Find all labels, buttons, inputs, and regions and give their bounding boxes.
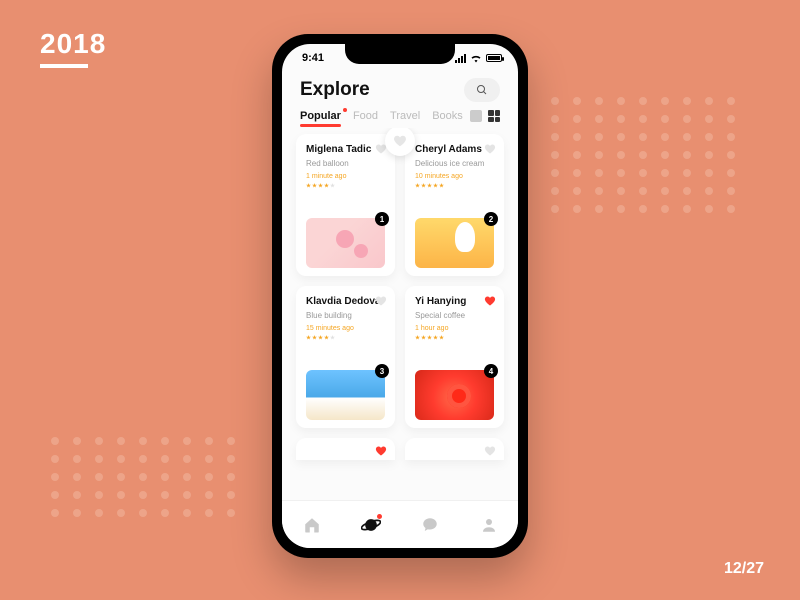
card-title: Special coffee	[415, 311, 494, 320]
rating-stars	[306, 183, 385, 188]
heart-icon	[484, 295, 496, 307]
nav-explore[interactable]	[361, 515, 381, 535]
year-underline	[40, 64, 88, 68]
rank-badge: 2	[484, 212, 498, 226]
card-time: 15 minutes ago	[306, 325, 385, 332]
header: Explore	[282, 72, 518, 110]
favorite-button[interactable]	[484, 294, 496, 306]
search-button[interactable]	[464, 78, 500, 102]
chat-icon	[421, 516, 439, 534]
card-title: Blue building	[306, 311, 385, 320]
card-peek[interactable]	[405, 438, 504, 460]
card-thumbnail: 4	[415, 370, 494, 420]
card-time: 1 hour ago	[415, 325, 494, 332]
card-author: Klavdia Dedova	[306, 296, 385, 307]
year-label: 2018	[40, 28, 106, 60]
tabs-row: Popular Food Travel Books	[282, 110, 518, 128]
signal-icon	[455, 54, 466, 63]
tab-books[interactable]: Books	[432, 110, 463, 122]
card-title: Red balloon	[306, 159, 385, 168]
tab-label: Popular	[300, 110, 341, 122]
rating-stars	[415, 335, 494, 340]
battery-icon	[486, 54, 502, 62]
tab-notification-dot	[343, 108, 347, 112]
date-label: 12/27	[724, 560, 764, 578]
profile-icon	[480, 516, 498, 534]
heart-icon	[375, 445, 387, 457]
favorite-button[interactable]	[375, 444, 387, 456]
card-thumbnail: 2	[415, 218, 494, 268]
card-grid: Miglena Tadic Red balloon 1 minute ago 1…	[296, 134, 504, 460]
tab-label: Books	[432, 110, 463, 122]
card-author: Cheryl Adams	[415, 144, 494, 155]
rating-stars	[306, 335, 385, 340]
card-title: Delicious ice cream	[415, 159, 494, 168]
bg-dots-bottom	[44, 432, 242, 522]
card[interactable]: Cheryl Adams Delicious ice cream 10 minu…	[405, 134, 504, 276]
rank-badge: 3	[375, 364, 389, 378]
view-grid-icon[interactable]	[488, 110, 500, 122]
phone-frame: 9:41 Explore Popular Food Travel Books	[272, 34, 528, 558]
search-icon	[476, 84, 488, 96]
bg-dots-top	[544, 92, 742, 218]
status-indicators	[455, 54, 502, 63]
card-time: 1 minute ago	[306, 173, 385, 180]
rank-badge: 1	[375, 212, 389, 226]
card-thumbnail: 3	[306, 370, 385, 420]
notch	[345, 44, 455, 64]
rank-badge: 4	[484, 364, 498, 378]
wifi-icon	[470, 54, 482, 63]
tab-label: Food	[353, 110, 378, 122]
card-thumbnail: 1	[306, 218, 385, 268]
nav-messages[interactable]	[420, 515, 440, 535]
heart-icon	[393, 134, 407, 148]
tab-travel[interactable]: Travel	[390, 110, 420, 122]
card[interactable]: Miglena Tadic Red balloon 1 minute ago 1	[296, 134, 395, 276]
heart-icon	[484, 445, 496, 457]
nav-profile[interactable]	[479, 515, 499, 535]
rating-stars	[415, 183, 494, 188]
card-peek[interactable]	[296, 438, 395, 460]
tab-food[interactable]: Food	[353, 110, 378, 122]
tab-popular[interactable]: Popular	[300, 110, 341, 122]
status-time: 9:41	[302, 52, 324, 64]
home-icon	[303, 516, 321, 534]
card-time: 10 minutes ago	[415, 173, 494, 180]
heart-icon	[375, 295, 387, 307]
view-toggle	[470, 110, 500, 122]
screen: 9:41 Explore Popular Food Travel Books	[282, 44, 518, 548]
card[interactable]: Yi Hanying Special coffee 1 hour ago 4	[405, 286, 504, 428]
page-title: Explore	[300, 79, 370, 101]
card-author: Miglena Tadic	[306, 144, 385, 155]
content-area: Miglena Tadic Red balloon 1 minute ago 1…	[282, 128, 518, 500]
tab-list: Popular Food Travel Books	[300, 110, 463, 122]
nav-home[interactable]	[302, 515, 322, 535]
card-author: Yi Hanying	[415, 296, 494, 307]
favorite-button[interactable]	[484, 444, 496, 456]
favorite-button[interactable]	[375, 294, 387, 306]
heart-icon	[484, 143, 496, 155]
tab-label: Travel	[390, 110, 420, 122]
nav-notification-dot	[377, 514, 382, 519]
favorite-button[interactable]	[484, 142, 496, 154]
bottom-nav	[282, 500, 518, 548]
view-single-icon[interactable]	[470, 110, 482, 122]
card[interactable]: Klavdia Dedova Blue building 15 minutes …	[296, 286, 395, 428]
